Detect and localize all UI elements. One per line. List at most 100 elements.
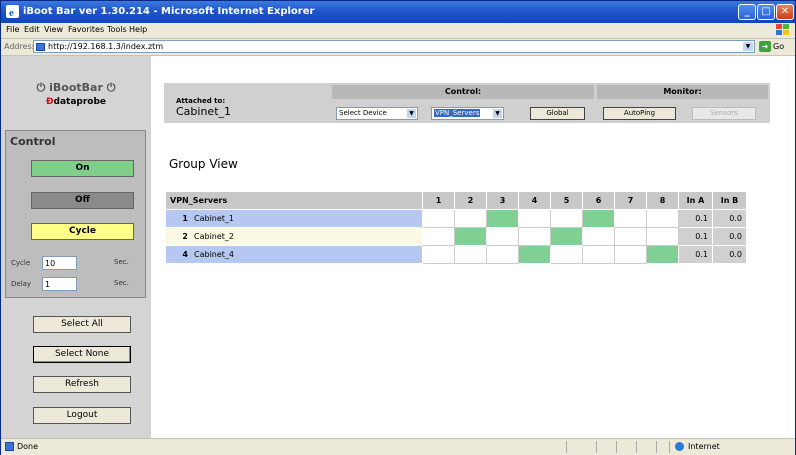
select-none-button[interactable]: Select None [33, 346, 131, 363]
outlet-cell[interactable] [614, 227, 647, 246]
address-input[interactable]: http://192.168.1.3/index.ztm ▼ [33, 40, 755, 53]
outlet-header: 4 [518, 191, 551, 210]
outlet-header: 1 [422, 191, 455, 210]
select-device-dropdown[interactable]: Select Device ▼ [336, 107, 418, 120]
outlet-cell[interactable] [614, 245, 647, 264]
outlet-cell[interactable] [614, 209, 647, 228]
power-icon: ⏻ [36, 81, 50, 94]
outlet-cell[interactable] [454, 209, 487, 228]
outlet-cell[interactable] [518, 245, 551, 264]
in-a-value: 0.1 [678, 209, 713, 228]
cycle-seconds-input[interactable] [42, 256, 77, 270]
attached-value: Cabinet_1 [176, 105, 232, 118]
zone-text: Internet [688, 442, 720, 451]
close-button[interactable]: ✕ [776, 4, 794, 20]
outlet-cell[interactable] [582, 245, 615, 264]
maximize-button[interactable]: □ [757, 4, 775, 20]
delay-seconds-input[interactable] [42, 277, 77, 291]
status-bar: Done Internet [1, 438, 795, 455]
global-button[interactable]: Global [530, 107, 585, 120]
go-button[interactable]: Go [773, 42, 784, 51]
row-number: 4 [182, 250, 188, 259]
outlet-cell[interactable] [422, 227, 455, 246]
row-name: Cabinet_2 [194, 232, 235, 241]
in-b-value: 0.0 [712, 245, 747, 264]
row-device-name[interactable]: 4 Cabinet_4 [165, 245, 423, 264]
in-a-value: 0.1 [678, 245, 713, 264]
select-all-button[interactable]: Select All [33, 316, 131, 333]
control-panel: Control On Off Cycle Cycle Sec. Delay Se… [5, 130, 146, 298]
outlet-cell[interactable] [550, 245, 583, 264]
dataprobe-icon: Ð [45, 97, 54, 107]
svg-text:e: e [9, 7, 14, 18]
delay-unit: Sec. [114, 279, 129, 287]
chevron-down-icon: ▼ [407, 109, 416, 118]
monitor-section-header: Monitor: [597, 85, 768, 99]
cycle-button[interactable]: Cycle [31, 223, 134, 240]
menu-tools[interactable]: Tools [107, 25, 127, 34]
row-number: 1 [182, 214, 188, 223]
outlet-cell[interactable] [518, 209, 551, 228]
in-b-value: 0.0 [712, 227, 747, 246]
outlet-header: 8 [646, 191, 679, 210]
page-icon [5, 442, 14, 451]
go-arrow-icon[interactable]: ➜ [759, 41, 771, 52]
table-row[interactable]: 2 Cabinet_2 0.1 0.0 [165, 227, 747, 246]
outlet-cell[interactable] [582, 209, 615, 228]
menu-favorites[interactable]: Favorites [68, 25, 104, 34]
outlet-cell[interactable] [422, 245, 455, 264]
row-name: Cabinet_1 [194, 214, 235, 223]
outlet-cell[interactable] [582, 227, 615, 246]
outlet-cell[interactable] [486, 227, 519, 246]
table-row[interactable]: 4 Cabinet_4 0.1 0.0 [165, 245, 747, 264]
row-name: Cabinet_4 [194, 250, 235, 259]
sensors-button: Sensors [692, 107, 756, 120]
off-button[interactable]: Off [31, 192, 134, 209]
logout-button[interactable]: Logout [33, 407, 131, 424]
outlet-cell[interactable] [486, 209, 519, 228]
on-button[interactable]: On [31, 160, 134, 177]
menu-file[interactable]: File [6, 25, 19, 34]
group-select-dropdown[interactable]: VPN_Servers ▼ [431, 107, 504, 120]
top-control-bar: Attached to: Cabinet_1 Control: Monitor:… [164, 83, 770, 123]
autoping-button[interactable]: AutoPing [603, 107, 676, 120]
outlet-cell[interactable] [646, 245, 679, 264]
table-row[interactable]: 1 Cabinet_1 0.1 0.0 [165, 209, 747, 228]
minimize-button[interactable]: _ [738, 4, 756, 20]
outlet-cell[interactable] [550, 209, 583, 228]
address-bar: Address http://192.168.1.3/index.ztm ▼ ➜… [1, 39, 795, 56]
row-device-name[interactable]: 2 Cabinet_2 [165, 227, 423, 246]
outlet-cell[interactable] [422, 209, 455, 228]
menu-bar: File Edit View Favorites Tools Help [1, 23, 795, 39]
in-b-header: In B [712, 191, 747, 210]
dataprobe-text: dataprobe [53, 97, 107, 107]
outlet-cell[interactable] [550, 227, 583, 246]
group-name-header: VPN_Servers [165, 191, 423, 210]
menu-edit[interactable]: Edit [24, 25, 40, 34]
cycle-field-label: Cycle [11, 259, 31, 267]
delay-field-label: Delay [11, 280, 32, 288]
logo-text: iBootBar [49, 81, 103, 94]
menu-help[interactable]: Help [129, 25, 147, 34]
outlet-header: 2 [454, 191, 487, 210]
in-b-value: 0.0 [712, 209, 747, 228]
title-bar: e iBoot Bar ver 1.30.214 - Microsoft Int… [1, 1, 795, 23]
menu-view[interactable]: View [44, 25, 63, 34]
cycle-unit: Sec. [114, 258, 129, 266]
outlet-cell[interactable] [646, 209, 679, 228]
in-a-value: 0.1 [678, 227, 713, 246]
outlet-cell[interactable] [646, 227, 679, 246]
outlet-grid: VPN_Servers 1 2 3 4 5 6 7 8 In A In B 1C… [165, 191, 747, 264]
refresh-button[interactable]: Refresh [33, 376, 131, 393]
outlet-header: 5 [550, 191, 583, 210]
outlet-cell[interactable] [454, 245, 487, 264]
row-number: 2 [182, 232, 188, 241]
outlet-cell[interactable] [486, 245, 519, 264]
windows-logo-icon [776, 24, 789, 35]
row-device-name[interactable]: 1 Cabinet_1 [165, 209, 423, 228]
chevron-down-icon[interactable]: ▼ [743, 42, 753, 51]
select-device-value: Select Device [339, 109, 387, 117]
outlet-cell[interactable] [518, 227, 551, 246]
ie-icon: e [6, 5, 19, 18]
outlet-cell[interactable] [454, 227, 487, 246]
